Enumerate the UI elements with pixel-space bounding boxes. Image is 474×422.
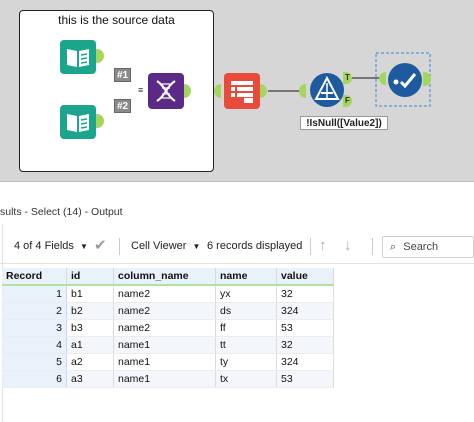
select-tool[interactable] (224, 73, 260, 109)
toolbar-separator (372, 238, 373, 255)
column-name-cell[interactable]: name1 (113, 336, 216, 354)
input-data-tool-1[interactable] (60, 40, 96, 74)
record-cell: 4 (2, 336, 67, 354)
search-icon: ⌕ (390, 241, 397, 253)
results-toolbar: 4 of 4 Fields ▼ ✔ Cell Viewer ▼ 6 record… (0, 229, 474, 264)
browse-checkmark-icon (388, 63, 422, 97)
workflow-canvas[interactable]: this is the source data #1 #2 ≡ T F !IsN… (0, 0, 474, 181)
column-header-id[interactable]: id (66, 268, 114, 286)
value-cell[interactable]: 324 (276, 302, 334, 320)
record-cell: 6 (2, 370, 67, 388)
value-cell[interactable]: 324 (276, 353, 334, 371)
table-row[interactable]: 4 a1 name1 tt 32 (2, 336, 334, 354)
results-title-text: sults - Select (14) - Output (0, 206, 123, 218)
chevron-down-icon: ▼ (192, 242, 201, 251)
filter-expression-annotation: !IsNull([Value2]) (300, 116, 388, 130)
browse-tool[interactable] (387, 62, 423, 98)
column-header-column-name[interactable]: column_name (113, 268, 216, 286)
results-table[interactable]: Record id column_name name value 1 b1 na… (2, 268, 334, 388)
id-cell[interactable]: a1 (66, 336, 114, 354)
id-cell[interactable]: b3 (66, 319, 114, 337)
table-row[interactable]: 2 b2 name2 ds 324 (2, 302, 334, 320)
value-cell[interactable]: 53 (276, 319, 334, 337)
id-cell[interactable]: b1 (66, 285, 114, 303)
value-cell[interactable]: 32 (276, 336, 334, 354)
fields-dropdown[interactable]: 4 of 4 Fields ▼ (14, 229, 88, 263)
column-header-name[interactable]: name (215, 268, 277, 286)
table-row[interactable]: 1 b1 name2 yx 32 (2, 285, 334, 303)
book-icon (60, 40, 96, 74)
cell-viewer-label: Cell Viewer (131, 240, 187, 252)
column-header-value[interactable]: value (276, 268, 334, 286)
id-cell[interactable]: a3 (66, 370, 114, 388)
record-cell: 3 (2, 319, 67, 337)
results-window-title: sults - Select (14) - Output (0, 200, 474, 224)
browse-input-anchor[interactable] (379, 72, 386, 85)
column-name-cell[interactable]: name2 (113, 319, 216, 337)
toolbar-separator (119, 238, 120, 255)
name-cell[interactable]: ds (215, 302, 277, 320)
column-name-cell[interactable]: name1 (113, 370, 216, 388)
arrow-up-icon[interactable]: ↑ (319, 229, 327, 263)
column-header-record[interactable]: Record (2, 268, 67, 286)
filter-triangle-icon (310, 73, 344, 107)
id-cell[interactable]: b2 (66, 302, 114, 320)
record-cell: 5 (2, 353, 67, 371)
table-row[interactable]: 6 a3 name1 tx 53 (2, 370, 334, 388)
filter-input-anchor[interactable] (299, 84, 306, 98)
union-input-label-2: #2 (114, 99, 131, 113)
column-name-cell[interactable]: name1 (113, 353, 216, 371)
name-cell[interactable]: yx (215, 285, 277, 303)
value-cell[interactable]: 32 (276, 285, 334, 303)
column-name-cell[interactable]: name2 (113, 285, 216, 303)
cell-viewer-dropdown[interactable]: Cell Viewer ▼ (131, 229, 200, 263)
id-cell[interactable]: a2 (66, 353, 114, 371)
table-row[interactable]: 3 b3 name2 ff 53 (2, 319, 334, 337)
arrow-down-icon[interactable]: ↓ (344, 229, 352, 263)
table-header-row: Record id column_name name value (2, 268, 334, 286)
container-title: this is the source data (58, 13, 175, 27)
name-cell[interactable]: tt (215, 336, 277, 354)
search-placeholder: Search (403, 241, 439, 253)
pane-divider[interactable] (0, 181, 474, 198)
value-cell[interactable]: 53 (276, 370, 334, 388)
record-cell: 2 (2, 302, 67, 320)
select-list-icon (224, 73, 260, 109)
records-count-label: 6 records displayed (207, 240, 303, 252)
search-input[interactable]: ⌕ Search (382, 236, 474, 258)
apply-checkmark-icon[interactable]: ✔ (94, 229, 107, 263)
input-data-tool-2[interactable] (60, 105, 96, 139)
name-cell[interactable]: ff (215, 319, 277, 337)
transpose-tool[interactable] (148, 73, 184, 109)
select-input-anchor[interactable] (214, 84, 221, 98)
column-name-cell[interactable]: name2 (113, 302, 216, 320)
dna-icon (148, 73, 184, 109)
record-cell: 1 (2, 285, 67, 303)
book-icon (60, 105, 96, 139)
table-row[interactable]: 5 a2 name1 ty 324 (2, 353, 334, 371)
toolbar-separator (310, 238, 311, 255)
chevron-down-icon: ▼ (79, 242, 88, 251)
connection-wireless-label: ≡ (138, 85, 144, 95)
fields-label: 4 of 4 Fields (14, 240, 74, 252)
name-cell[interactable]: ty (215, 353, 277, 371)
union-input-label-1: #1 (114, 68, 131, 82)
name-cell[interactable]: tx (215, 370, 277, 388)
filter-tool[interactable] (309, 72, 345, 108)
